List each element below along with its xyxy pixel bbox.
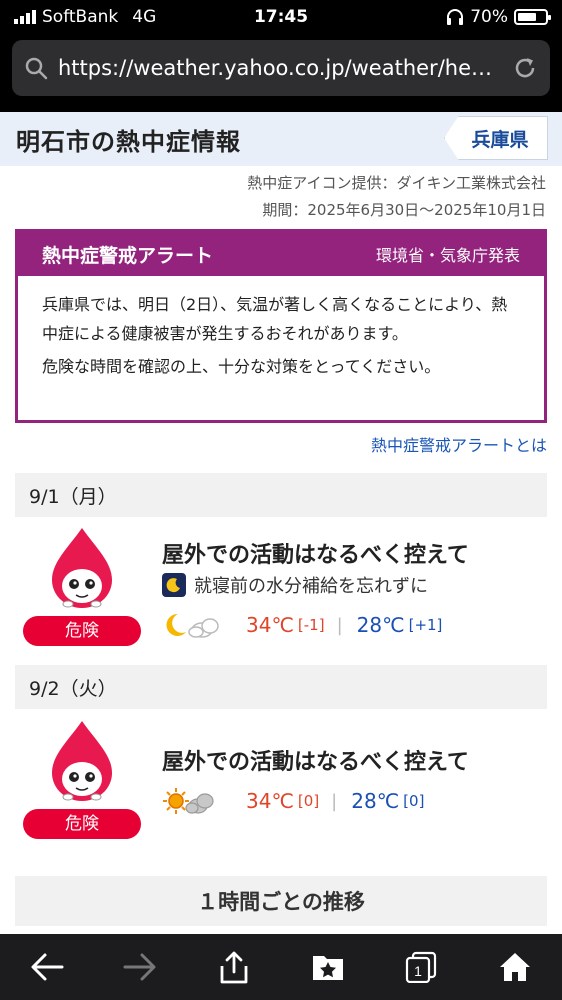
carrier: SoftBank <box>42 7 119 27</box>
battery-percent: 70% <box>470 7 508 27</box>
temp-divider: | <box>331 790 338 812</box>
bookmarks-button[interactable] <box>306 945 350 989</box>
prefecture-link[interactable]: 兵庫県 <box>444 116 548 160</box>
day-header: 9/1（月） <box>15 473 547 517</box>
activity-advice: 屋外での活動はなるべく控えて <box>162 750 469 775</box>
activity-advice: 屋外での活動はなるべく控えて <box>162 543 469 568</box>
high-temp-diff: [0] <box>297 792 320 810</box>
moon-icon <box>162 573 186 597</box>
home-icon <box>500 953 531 981</box>
high-temp: 34℃ <box>246 789 294 813</box>
tabs-button[interactable]: 1 <box>399 945 443 989</box>
heatstroke-mascot: 危険 <box>23 526 141 646</box>
temperature-row: 34℃ [0] | 28℃ [0] <box>162 786 424 816</box>
alert-title: 熱中症警戒アラート <box>42 244 214 267</box>
period-text: 期間：2025年6月30日〜2025年10月1日 <box>262 201 546 219</box>
url-text[interactable]: https://weather.yahoo.co.jp/weather/heat… <box>58 56 502 80</box>
low-temp-diff: [+1] <box>408 616 443 634</box>
high-temp: 34℃ <box>246 613 294 637</box>
page-title: 明石市の熱中症情報 <box>16 127 241 156</box>
hourly-trend-header[interactable]: １時間ごとの推移 <box>15 876 547 926</box>
low-temp: 28℃ <box>351 789 400 813</box>
icon-credit: 熱中症アイコン提供：ダイキン工業株式会社 <box>247 174 546 192</box>
battery-icon <box>514 9 551 25</box>
droplet-mascot-icon <box>52 528 112 608</box>
home-button[interactable] <box>493 945 537 989</box>
headphones-icon <box>447 9 464 25</box>
moon-cloud-icon <box>166 613 219 638</box>
danger-level-badge: 危険 <box>23 809 141 839</box>
alert-issuer: 環境省・気象庁発表 <box>375 246 520 265</box>
share-button[interactable] <box>212 945 256 989</box>
reload-icon[interactable] <box>512 55 538 81</box>
day-header: 9/2（火） <box>15 665 547 709</box>
droplet-mascot-icon <box>52 721 112 801</box>
alert-instruction: 危険な時間を確認の上、十分な対策をとってください。 <box>42 357 441 376</box>
back-button[interactable] <box>25 945 69 989</box>
danger-level-badge: 危険 <box>23 616 141 646</box>
search-icon <box>25 57 48 80</box>
alert-body: 兵庫県では、明日（2日）、気温が著しく高くなることにより、熱中症による健康被害が… <box>18 276 544 381</box>
alert-header: 熱中症警戒アラート 環境省・気象庁発表 <box>18 232 544 276</box>
alert-message: 兵庫県では、明日（2日）、気温が著しく高くなることにより、熱中症による健康被害が… <box>42 295 508 343</box>
bedtime-tip: 就寝前の水分補給を忘れずに <box>162 572 428 598</box>
heatstroke-alert-box: 熱中症警戒アラート 環境省・気象庁発表 兵庫県では、明日（2日）、気温が著しく高… <box>15 229 547 423</box>
forward-arrow-icon <box>123 953 156 981</box>
alert-info-link[interactable]: 熱中症警戒アラートとは <box>371 432 547 456</box>
low-temp: 28℃ <box>356 613 405 637</box>
tabs-icon: 1 <box>406 951 437 983</box>
browser-chrome: https://weather.yahoo.co.jp/weather/heat… <box>0 34 562 112</box>
signal-icon <box>14 10 36 24</box>
heatstroke-mascot: 危険 <box>23 719 141 839</box>
page-header: 明石市の熱中症情報 兵庫県 <box>0 112 562 166</box>
svg-text:1: 1 <box>415 963 423 979</box>
back-arrow-icon <box>31 953 64 981</box>
forward-button[interactable] <box>118 945 162 989</box>
low-temp-diff: [0] <box>403 792 425 810</box>
share-icon <box>220 951 248 984</box>
bookmark-star-icon <box>312 956 343 980</box>
status-bar: SoftBank 4G 17:45 70% <box>0 0 562 34</box>
tip-text: 就寝前の水分補給を忘れずに <box>194 576 428 597</box>
temperature-row: 34℃ [-1] | 28℃ [+1] <box>162 610 442 640</box>
sun-cloud-icon <box>163 788 214 814</box>
address-bar[interactable]: https://weather.yahoo.co.jp/weather/heat… <box>12 40 550 96</box>
temp-divider: | <box>336 614 343 636</box>
browser-toolbar: 1 <box>0 934 562 1000</box>
network-type: 4G <box>132 7 157 27</box>
high-temp-diff: [-1] <box>297 616 325 634</box>
